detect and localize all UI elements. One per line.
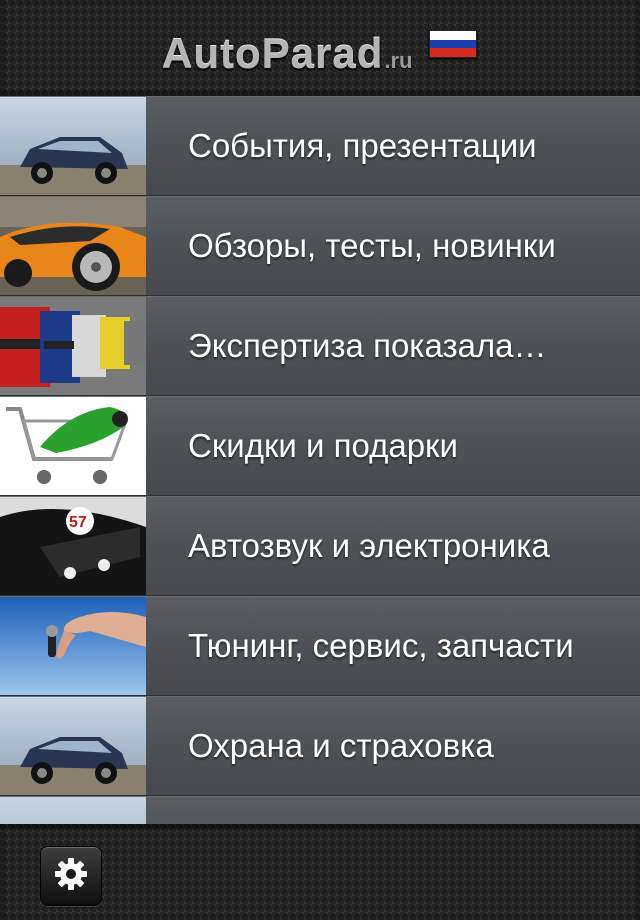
suv-car-image bbox=[0, 797, 146, 824]
black-race-car-image: 57 bbox=[0, 497, 146, 595]
car-in-shopping-cart-image bbox=[0, 397, 146, 495]
menu-item-label: Экспертиза показала… bbox=[188, 327, 547, 364]
logo-suffix: .ru bbox=[384, 48, 413, 73]
menu-item-discounts[interactable]: Скидки и подарки bbox=[0, 396, 640, 496]
menu-item-label: Обзоры, тесты, новинки bbox=[188, 227, 556, 264]
russian-flag-icon bbox=[429, 30, 477, 58]
header-bar: AutoParad .ru bbox=[0, 0, 640, 96]
menu-item-tuning[interactable]: Тюнинг, сервис, запчасти bbox=[0, 596, 640, 696]
menu-item-audio[interactable]: 57 Автозвук и электроника bbox=[0, 496, 640, 596]
menu-item-events[interactable]: События, презентации bbox=[0, 96, 640, 196]
bottom-toolbar bbox=[0, 824, 640, 920]
menu-item-partial[interactable] bbox=[0, 796, 640, 824]
suv-car-image bbox=[0, 697, 146, 795]
menu-item-expertise[interactable]: Экспертиза показала… bbox=[0, 296, 640, 396]
settings-button[interactable] bbox=[40, 846, 102, 906]
menu-item-label: Тюнинг, сервис, запчасти bbox=[188, 627, 574, 664]
gear-icon bbox=[53, 856, 89, 897]
logo-text: AutoParad bbox=[162, 30, 384, 77]
menu-item-label: Автозвук и электроника bbox=[188, 527, 550, 564]
menu-item-security[interactable]: Охрана и страховка bbox=[0, 696, 640, 796]
menu-item-label: Охрана и страховка bbox=[188, 727, 494, 764]
menu-item-label: События, презентации bbox=[188, 127, 537, 164]
menu-item-reviews[interactable]: Обзоры, тесты, новинки bbox=[0, 196, 640, 296]
row-of-cars-image bbox=[0, 297, 146, 395]
menu-item-label: Скидки и подарки bbox=[188, 427, 458, 464]
svg-text:57: 57 bbox=[69, 514, 87, 531]
app-logo: AutoParad .ru bbox=[162, 28, 412, 80]
hand-with-car-keys-image bbox=[0, 597, 146, 695]
suv-car-image bbox=[0, 97, 146, 195]
category-menu: События, презентации Обзоры, тесты, нови… bbox=[0, 96, 640, 824]
orange-sports-car-image bbox=[0, 197, 146, 295]
